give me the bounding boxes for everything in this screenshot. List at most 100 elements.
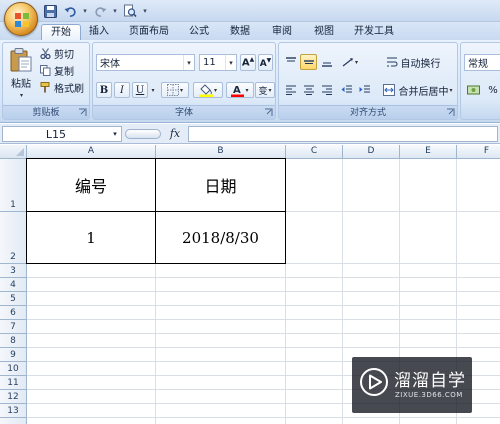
align-bottom-button[interactable] <box>318 54 335 70</box>
grow-font-button[interactable]: A▲ <box>240 54 256 71</box>
wrap-text-icon <box>386 57 397 67</box>
font-name-combo[interactable]: 宋体 ▾ <box>96 54 195 71</box>
font-dialog-launcher-icon[interactable] <box>264 108 273 117</box>
phonetic-label: 变 <box>258 86 268 97</box>
shrink-font-button[interactable]: A▼ <box>258 54 273 71</box>
borders-button[interactable]: ▾ <box>161 82 189 98</box>
row-header-1[interactable]: 1 <box>0 159 27 212</box>
underline-dropdown[interactable]: ▾ <box>148 82 157 98</box>
undo-dropdown[interactable]: ▾ <box>81 3 89 19</box>
customize-quick-access-button[interactable]: ▾ <box>141 3 149 19</box>
phonetic-button[interactable]: 变 ▾ <box>255 82 275 98</box>
row-header-5[interactable]: 5 <box>0 292 27 306</box>
cell-b1[interactable]: 日期 <box>156 159 285 211</box>
cell-b2[interactable]: 2018/8/30 <box>156 212 285 263</box>
tab-developer[interactable]: 开发工具 <box>351 24 397 40</box>
increase-indent-button[interactable] <box>356 82 373 98</box>
select-all-button[interactable] <box>0 145 27 159</box>
font-size-value: 11 <box>203 57 216 68</box>
gridline <box>27 319 500 320</box>
row-header-10[interactable]: 10 <box>0 362 27 376</box>
insert-function-button[interactable]: fx <box>164 126 186 142</box>
row-header-14[interactable] <box>0 418 27 424</box>
row-header-8[interactable]: 8 <box>0 334 27 348</box>
tab-data[interactable]: 数据 <box>225 24 255 40</box>
chevron-down-icon[interactable]: ▾ <box>183 55 194 70</box>
font-group: 宋体 ▾ 11 ▾ A▲ A▼ B I U ▾ ▾ ▾ A ▾ 变 ▾ 字体 <box>92 42 276 120</box>
shrink-font-icon: A▼ <box>259 56 272 69</box>
tab-page-layout[interactable]: 页面布局 <box>123 24 175 40</box>
row-header-7[interactable]: 7 <box>0 320 27 334</box>
format-painter-button[interactable]: 格式刷 <box>39 80 85 95</box>
decrease-indent-button[interactable] <box>338 82 355 98</box>
font-name-value: 宋体 <box>100 59 120 70</box>
row-header-12[interactable]: 12 <box>0 390 27 404</box>
wrap-text-button[interactable]: 自动换行 <box>380 54 446 70</box>
row-header-4[interactable]: 4 <box>0 278 27 292</box>
column-header-a[interactable]: A <box>27 145 156 159</box>
format-painter-icon <box>40 82 50 93</box>
cut-button[interactable]: 剪切 <box>39 46 75 61</box>
row-header-6[interactable]: 6 <box>0 306 27 320</box>
tab-view[interactable]: 视图 <box>309 24 339 40</box>
row-header-11[interactable]: 11 <box>0 376 27 390</box>
tab-home[interactable]: 开始 <box>41 24 81 40</box>
grow-font-icon: A▲ <box>241 56 255 69</box>
office-button[interactable] <box>4 2 38 36</box>
row-header-9[interactable]: 9 <box>0 348 27 362</box>
align-right-button[interactable] <box>318 82 335 98</box>
copy-label: 复制 <box>54 67 74 78</box>
name-box[interactable]: L15 ▾ <box>2 126 122 142</box>
tab-review[interactable]: 审阅 <box>267 24 297 40</box>
redo-icon <box>94 6 106 17</box>
print-preview-button[interactable] <box>121 3 139 19</box>
clipboard-group-label: 剪贴板 <box>3 105 89 119</box>
column-header-e[interactable]: E <box>400 145 457 159</box>
cell-a2[interactable]: 1 <box>27 212 155 263</box>
font-size-combo[interactable]: 11 ▾ <box>199 54 237 71</box>
italic-button[interactable]: I <box>114 82 130 98</box>
align-middle-button[interactable] <box>300 54 317 70</box>
fill-color-button[interactable]: ▾ <box>193 82 223 98</box>
undo-button[interactable] <box>61 3 79 19</box>
merge-center-button[interactable]: 合并后居中 ▾ <box>380 82 456 98</box>
align-left-button[interactable] <box>282 82 299 98</box>
align-bottom-icon <box>321 62 332 67</box>
paste-button[interactable]: 粘贴 ▾ <box>6 44 36 102</box>
clipboard-dialog-launcher-icon[interactable] <box>78 108 87 117</box>
tab-formulas[interactable]: 公式 <box>184 24 214 40</box>
column-header-f[interactable]: F <box>457 145 500 159</box>
formula-input[interactable] <box>188 126 498 142</box>
copy-button[interactable]: 复制 <box>39 63 75 78</box>
redo-dropdown[interactable]: ▾ <box>111 3 119 19</box>
tab-insert[interactable]: 插入 <box>84 24 114 40</box>
font-color-button[interactable]: A ▾ <box>226 82 254 98</box>
row-header-2[interactable]: 2 <box>0 212 27 264</box>
redo-button[interactable] <box>91 3 109 19</box>
column-header-d[interactable]: D <box>343 145 400 159</box>
cell-a1[interactable]: 编号 <box>27 159 155 211</box>
formula-bar-resize-handle[interactable] <box>125 129 161 139</box>
decrease-indent-icon <box>341 85 352 93</box>
number-format-combo[interactable]: 常规 <box>464 54 500 71</box>
align-top-button[interactable] <box>282 54 299 70</box>
chevron-down-icon[interactable]: ▾ <box>109 130 121 138</box>
underline-button[interactable]: U <box>132 82 148 98</box>
column-header-c[interactable]: C <box>286 145 343 159</box>
percent-format-button[interactable]: % <box>484 82 500 98</box>
chevron-down-icon: ▾ <box>268 86 272 94</box>
align-center-button[interactable] <box>300 82 317 98</box>
select-all-triangle-icon <box>16 148 24 156</box>
alignment-group-label: 对齐方式 <box>279 105 457 119</box>
font-color-swatch <box>231 94 245 97</box>
orientation-button[interactable]: ▾ <box>338 54 362 70</box>
row-header-3[interactable]: 3 <box>0 264 27 278</box>
save-button[interactable] <box>41 3 59 19</box>
chevron-down-icon[interactable]: ▾ <box>225 55 236 70</box>
bold-button[interactable]: B <box>96 82 112 98</box>
currency-format-button[interactable] <box>464 82 482 98</box>
column-header-b[interactable]: B <box>156 145 286 159</box>
chevron-down-icon: ▾ <box>245 86 249 94</box>
row-header-13[interactable]: 13 <box>0 404 27 418</box>
alignment-dialog-launcher-icon[interactable] <box>446 108 455 117</box>
